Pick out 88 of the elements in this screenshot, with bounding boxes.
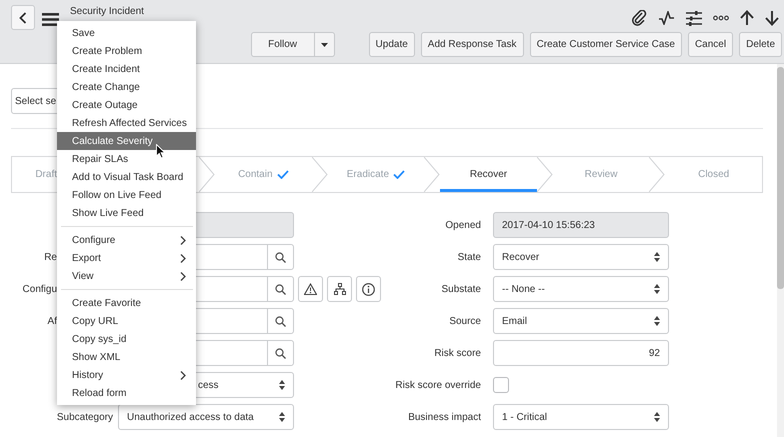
menu-item[interactable]: Follow on Live Feed bbox=[57, 186, 196, 204]
action-button[interactable]: Delete bbox=[739, 32, 782, 57]
stage-step: Draft bbox=[12, 157, 58, 192]
select-field[interactable]: 1 - Critical bbox=[493, 404, 669, 430]
menu-item[interactable]: Create Problem bbox=[57, 42, 196, 60]
field-label: Substate bbox=[440, 284, 481, 294]
stage-step: Contain bbox=[215, 157, 312, 192]
menu-item[interactable]: View bbox=[57, 267, 196, 285]
select-value: Email bbox=[502, 316, 528, 326]
action-button[interactable]: Add Response Task bbox=[420, 32, 524, 57]
menu-item[interactable]: Copy URL bbox=[57, 312, 196, 330]
field-label: Af bbox=[46, 316, 57, 326]
select-field[interactable]: -- None -- bbox=[493, 276, 669, 302]
activity-icon[interactable] bbox=[658, 11, 675, 25]
select-value: -- None -- bbox=[502, 284, 545, 294]
menu-item[interactable]: Refresh Affected Services bbox=[57, 114, 196, 132]
stage-step: Review bbox=[552, 157, 650, 192]
search-icon bbox=[275, 252, 286, 262]
menu-item[interactable]: Save bbox=[57, 24, 196, 42]
menu-item[interactable]: Show Live Feed bbox=[57, 204, 196, 222]
select-arrows-icon bbox=[654, 316, 660, 326]
menu-item[interactable]: Add to Visual Task Board bbox=[57, 168, 196, 186]
search-icon bbox=[275, 316, 286, 326]
select-field[interactable]: Recover bbox=[493, 244, 669, 270]
hierarchy-button[interactable] bbox=[327, 276, 352, 302]
stage-step: Eradicate bbox=[328, 157, 424, 192]
action-button[interactable]: Update bbox=[368, 32, 415, 57]
field-label: Re bbox=[43, 252, 57, 262]
down-arrow-icon[interactable] bbox=[765, 10, 779, 26]
check-icon bbox=[393, 170, 406, 179]
info-button[interactable] bbox=[356, 276, 381, 302]
menu-item[interactable]: Create Outage bbox=[57, 96, 196, 114]
field-label: Risk score bbox=[433, 348, 481, 358]
field-label: Source bbox=[448, 316, 481, 326]
record-title: Security Incident bbox=[70, 5, 144, 19]
menu-item[interactable]: Copy sys_id bbox=[57, 330, 196, 348]
select-value: Unauthorized access to data bbox=[127, 412, 254, 422]
action-button[interactable]: Create Customer Service Case bbox=[530, 32, 682, 57]
field-label: Subcategory bbox=[56, 412, 113, 422]
select-arrows-icon bbox=[654, 252, 660, 262]
select-arrows-icon bbox=[279, 412, 285, 422]
caret-icon bbox=[320, 42, 328, 46]
select-field[interactable]: Email bbox=[493, 308, 669, 334]
up-arrow-icon[interactable] bbox=[740, 10, 754, 26]
input-field[interactable]: 92 bbox=[493, 340, 669, 366]
follow-button[interactable]: Follow bbox=[250, 32, 315, 57]
search-icon bbox=[275, 284, 286, 294]
info-icon bbox=[362, 282, 375, 296]
dropdown-button[interactable] bbox=[314, 32, 335, 57]
menu-item[interactable]: Create Incident bbox=[57, 60, 196, 78]
sliders-icon[interactable] bbox=[686, 10, 702, 26]
stage-step: Closed bbox=[665, 157, 762, 192]
scrollbar[interactable] bbox=[777, 64, 784, 437]
select-arrows-icon bbox=[654, 412, 660, 422]
field-label: Opened bbox=[444, 220, 481, 230]
menu-item[interactable]: Repair SLAs bbox=[57, 150, 196, 168]
action-button[interactable]: Cancel bbox=[688, 32, 734, 57]
cursor-icon bbox=[156, 144, 166, 159]
select-value: 1 - Critical bbox=[502, 412, 548, 422]
select-value: Recover bbox=[502, 252, 540, 262]
paperclip-icon[interactable] bbox=[631, 10, 647, 26]
field-label: Business impact bbox=[407, 412, 481, 422]
warning-button[interactable] bbox=[298, 276, 323, 302]
menu-item[interactable]: Create Favorite bbox=[57, 294, 196, 312]
warning-icon bbox=[304, 283, 317, 295]
menu-icon[interactable] bbox=[42, 13, 59, 26]
hierarchy-icon bbox=[334, 283, 346, 295]
select-field[interactable]: Unauthorized access to data bbox=[118, 404, 294, 430]
field-label: Configu bbox=[22, 284, 57, 294]
menu-item[interactable]: Configure bbox=[57, 231, 196, 249]
chevron-right-icon bbox=[180, 370, 186, 380]
checkbox[interactable] bbox=[493, 377, 509, 393]
search-icon bbox=[275, 348, 286, 358]
menu-item[interactable]: Export bbox=[57, 249, 196, 267]
select-arrows-icon bbox=[654, 284, 660, 294]
more-dots-icon[interactable] bbox=[713, 15, 729, 21]
back-button[interactable] bbox=[11, 5, 35, 30]
select-value: cess bbox=[198, 380, 219, 390]
readonly-field: 2017-04-10 15:56:23 bbox=[493, 212, 669, 238]
field-label: State bbox=[456, 252, 481, 262]
back-chevron-icon bbox=[19, 12, 27, 24]
select-arrows-icon bbox=[279, 380, 285, 390]
menu-item[interactable]: Calculate Severity bbox=[57, 132, 196, 150]
menu-item[interactable]: Create Change bbox=[57, 78, 196, 96]
menu-item[interactable]: Show XML bbox=[57, 348, 196, 366]
field-label: Risk score override bbox=[394, 380, 481, 390]
check-icon bbox=[276, 170, 289, 179]
stage-step: Recover bbox=[440, 157, 537, 192]
